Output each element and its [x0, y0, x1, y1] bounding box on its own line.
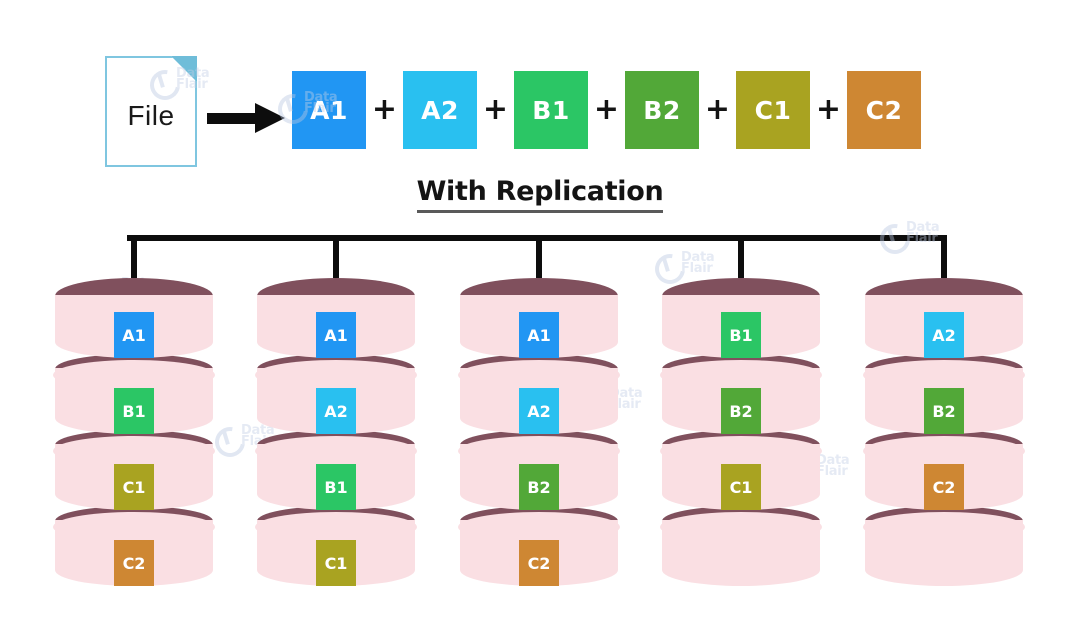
plus-separator: + — [815, 92, 842, 127]
datanode-1-block-a1: A1 — [114, 312, 154, 358]
datanode-2-block-c1: C1 — [316, 540, 356, 586]
datanode-1-disk-3: C1 — [53, 430, 215, 510]
datanode-5: A2 B2 C2 — [863, 278, 1025, 598]
datanode-5-block-b2: B2 — [924, 388, 964, 434]
drop-line-2 — [333, 235, 339, 278]
watermark-line1: Data — [906, 220, 940, 235]
datanode-1-block-c2: C2 — [114, 540, 154, 586]
datanode-1-disk-1: A1 — [55, 278, 213, 358]
watermark-text: DataFlair — [816, 453, 850, 479]
datanode-2-disk-4: C1 — [255, 506, 417, 586]
datanode-4: B1 B2 C1 — [660, 278, 822, 598]
plus-separator: + — [704, 92, 731, 127]
split-arrow-icon — [207, 103, 287, 133]
datanode-5-disk-2: B2 — [863, 354, 1025, 434]
arrow-shaft — [207, 113, 259, 124]
file-chunk-row: A1 + A2 + B1 + B2 + C1 + C2 — [292, 70, 921, 150]
watermark-line2: Flair — [681, 261, 713, 276]
datanode-5-disk-4 — [863, 506, 1025, 586]
datanode-3-block-b2: B2 — [519, 464, 559, 510]
watermark-line2: Flair — [816, 464, 848, 479]
datanode-1-block-b1: B1 — [114, 388, 154, 434]
datanode-3: A1 A2 B2 C2 — [458, 278, 620, 598]
page-title-text: With Replication — [416, 176, 664, 213]
file-label: File — [127, 100, 175, 131]
drop-line-4 — [738, 235, 744, 278]
file-chunk-a1: A1 — [292, 71, 366, 149]
dataflair-logo-icon — [209, 421, 251, 463]
datanode-1-disk-4: C2 — [53, 506, 215, 586]
datanode-2: A1 A2 B1 C1 — [255, 278, 417, 598]
datanode-5-block-a2: A2 — [924, 312, 964, 358]
diagram-canvas: File A1 + A2 + B1 + B2 + C1 + C2 With Replication … — [0, 0, 1080, 626]
page-title: With Replication — [0, 176, 1080, 213]
file-fold-corner-icon — [171, 56, 197, 82]
watermark-text: DataFlair — [681, 250, 715, 276]
datanode-5-disk-3: C2 — [863, 430, 1025, 510]
arrow-head — [255, 103, 285, 133]
plus-separator: + — [482, 92, 509, 127]
datanode-2-disk-3: B1 — [255, 430, 417, 510]
file-chunk-b1: B1 — [514, 71, 588, 149]
datanode-2-disk-1: A1 — [257, 278, 415, 358]
datanode-3-disk-3: B2 — [458, 430, 620, 510]
disk-body — [865, 520, 1023, 586]
datanode-4-disk-2: B2 — [660, 354, 822, 434]
datanode-2-block-b1: B1 — [316, 464, 356, 510]
file-chunk-a2: A2 — [403, 71, 477, 149]
datanode-5-disk-1: A2 — [865, 278, 1023, 358]
file-chunk-c1: C1 — [736, 71, 810, 149]
datanode-4-disk-3: C1 — [660, 430, 822, 510]
datanode-3-block-c2: C2 — [519, 540, 559, 586]
datanode-4-block-b2: B2 — [721, 388, 761, 434]
datanode-2-disk-2: A2 — [255, 354, 417, 434]
datanode-5-block-c2: C2 — [924, 464, 964, 510]
datanode-3-block-a2: A2 — [519, 388, 559, 434]
datanode-2-block-a1: A1 — [316, 312, 356, 358]
watermark-line1: Data — [681, 250, 715, 265]
datanode-4-disk-4 — [660, 506, 822, 586]
datanode-3-disk-2: A2 — [458, 354, 620, 434]
datanode-4-block-c1: C1 — [721, 464, 761, 510]
plus-separator: + — [371, 92, 398, 127]
file-icon: File — [105, 56, 197, 167]
watermark-line1: Data — [816, 453, 850, 468]
datanode-2-block-a2: A2 — [316, 388, 356, 434]
datanode-3-block-a1: A1 — [519, 312, 559, 358]
disk-body — [662, 520, 820, 586]
plus-separator: + — [593, 92, 620, 127]
drop-line-1 — [131, 235, 137, 278]
file-chunk-b2: B2 — [625, 71, 699, 149]
watermark-text: DataFlair — [906, 220, 940, 245]
datanode-1-disk-2: B1 — [53, 354, 215, 434]
datanode-4-block-b1: B1 — [721, 312, 761, 358]
datanode-3-disk-4: C2 — [458, 506, 620, 586]
datanode-4-disk-1: B1 — [662, 278, 820, 358]
file-chunk-c2: C2 — [847, 71, 921, 149]
datanode-1-block-c1: C1 — [114, 464, 154, 510]
datanode-3-disk-1: A1 — [460, 278, 618, 358]
drop-line-5 — [941, 235, 947, 278]
datanode-1: A1 B1 C1 C2 — [53, 278, 215, 598]
drop-line-3 — [536, 235, 542, 278]
